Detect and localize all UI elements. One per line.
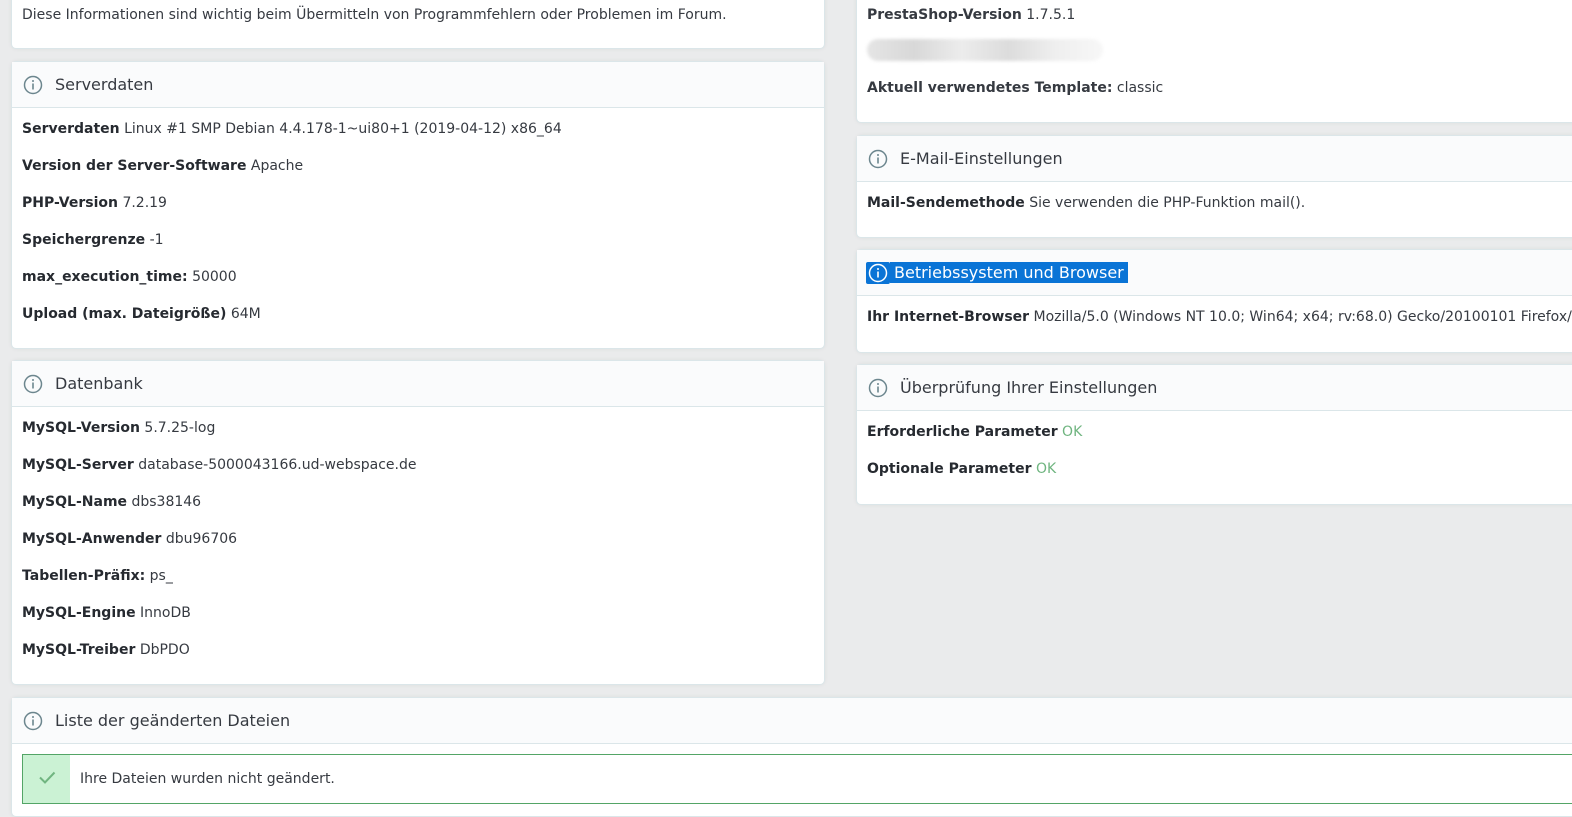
files-panel-title: Liste der geänderten Dateien: [55, 711, 290, 730]
check-panel: Überprüfung Ihrer Einstellungen Erforder…: [856, 364, 1572, 505]
server-panel: Serverdaten Serverdaten Linux #1 SMP Deb…: [11, 61, 825, 349]
row-value: 64M: [231, 306, 261, 322]
row-value: Sie verwenden die PHP-Funktion mail().: [1029, 195, 1305, 211]
server-panel-body: Serverdaten Linux #1 SMP Debian 4.4.178-…: [12, 108, 824, 325]
mail-row: Mail-Sendemethode Sie verwenden die PHP-…: [867, 192, 1572, 214]
status-ok: OK: [1036, 461, 1056, 477]
database-row: MySQL-Engine InnoDB: [22, 602, 814, 624]
server-panel-title: Serverdaten: [55, 75, 153, 94]
database-row: MySQL-Name dbs38146: [22, 491, 814, 513]
row-value: 1.7.5.1: [1026, 7, 1075, 23]
row-value: database-5000043166.ud-webspace.de: [138, 457, 416, 473]
row-label: MySQL-Anwender: [22, 531, 161, 547]
files-panel: Liste der geänderten Dateien Ihre Dateie…: [11, 697, 1572, 817]
intro-text: Diese Informationen sind wichtig beim Üb…: [22, 4, 727, 26]
server-row: max_execution_time: 50000: [22, 266, 814, 288]
intro-panel: Diese Informationen sind wichtig beim Üb…: [11, 0, 825, 49]
alert-icon-container: [23, 755, 70, 803]
info-icon: [868, 378, 888, 398]
row-label: Serverdaten: [22, 121, 120, 137]
row-label: PrestaShop-Version: [867, 7, 1022, 23]
server-row: Version der Server-Software Apache: [22, 155, 814, 177]
server-row: PHP-Version 7.2.19: [22, 192, 814, 214]
row-label: MySQL-Version: [22, 420, 140, 436]
row-label: MySQL-Treiber: [22, 642, 135, 658]
row-value: dbu96706: [166, 531, 237, 547]
shop-panel: PrestaShop-Version 1.7.5.1 Aktuell verwe…: [856, 0, 1572, 123]
database-panel: Datenbank MySQL-Version 5.7.25-log MySQL…: [11, 360, 825, 685]
database-panel-title: Datenbank: [55, 374, 143, 393]
row-value: Apache: [251, 158, 303, 174]
mail-panel-title: E-Mail-Einstellungen: [900, 149, 1063, 168]
check-panel-body: Erforderliche Parameter OK Optionale Par…: [857, 411, 1572, 480]
row-label: Aktuell verwendetes Template:: [867, 80, 1112, 96]
server-panel-heading: Serverdaten: [12, 62, 824, 108]
row-label: PHP-Version: [22, 195, 118, 211]
shop-row: PrestaShop-Version 1.7.5.1: [867, 4, 1075, 26]
row-value: DbPDO: [140, 642, 190, 658]
database-row: MySQL-Version 5.7.25-log: [22, 417, 814, 439]
info-icon: [23, 75, 43, 95]
mail-panel-body: Mail-Sendemethode Sie verwenden die PHP-…: [857, 182, 1572, 214]
row-label: Tabellen-Präfix:: [22, 568, 145, 584]
server-row: Serverdaten Linux #1 SMP Debian 4.4.178-…: [22, 118, 814, 140]
row-label: Erforderliche Parameter: [867, 424, 1058, 440]
database-row: MySQL-Treiber DbPDO: [22, 639, 814, 661]
redacted-info: [867, 39, 1103, 61]
row-label: Ihr Internet-Browser: [867, 309, 1029, 325]
check-panel-title: Überprüfung Ihrer Einstellungen: [900, 378, 1157, 397]
info-icon: [866, 262, 890, 284]
check-panel-heading: Überprüfung Ihrer Einstellungen: [857, 365, 1572, 411]
os-panel-body: Ihr Internet-Browser Mozilla/5.0 (Window…: [857, 296, 1572, 328]
status-ok: OK: [1062, 424, 1082, 440]
info-icon: [23, 711, 43, 731]
row-value: classic: [1117, 80, 1163, 96]
row-value: 7.2.19: [122, 195, 167, 211]
row-value: dbs38146: [131, 494, 201, 510]
row-label: MySQL-Engine: [22, 605, 136, 621]
row-label: max_execution_time:: [22, 269, 188, 285]
database-panel-body: MySQL-Version 5.7.25-log MySQL-Server da…: [12, 407, 824, 661]
row-label: Speichergrenze: [22, 232, 145, 248]
files-panel-heading: Liste der geänderten Dateien: [12, 698, 1572, 744]
database-panel-heading: Datenbank: [12, 361, 824, 407]
mail-panel: E-Mail-Einstellungen Mail-Sendemethode S…: [856, 135, 1572, 238]
row-label: Upload (max. Dateigröße): [22, 306, 226, 322]
row-label: MySQL-Name: [22, 494, 127, 510]
row-value: Linux #1 SMP Debian 4.4.178-1~ui80+1 (20…: [124, 121, 562, 137]
success-alert: Ihre Dateien wurden nicht geändert.: [22, 754, 1572, 804]
info-icon: [23, 374, 43, 394]
info-icon: [868, 149, 888, 169]
row-value: Mozilla/5.0 (Windows NT 10.0; Win64; x64…: [1034, 309, 1572, 325]
server-row: Speichergrenze -1: [22, 229, 814, 251]
mail-panel-heading: E-Mail-Einstellungen: [857, 136, 1572, 182]
row-label: Mail-Sendemethode: [867, 195, 1025, 211]
row-label: Version der Server-Software: [22, 158, 246, 174]
row-value: 5.7.25-log: [144, 420, 215, 436]
check-row: Erforderliche Parameter OK: [867, 421, 1572, 443]
os-panel: Betriebssystem und Browser Ihr Internet-…: [856, 249, 1572, 353]
row-value: -1: [150, 232, 164, 248]
row-value: InnoDB: [140, 605, 191, 621]
os-row: Ihr Internet-Browser Mozilla/5.0 (Window…: [867, 306, 1572, 328]
check-icon: [36, 766, 58, 792]
alert-text: Ihre Dateien wurden nicht geändert.: [70, 771, 335, 787]
row-label: MySQL-Server: [22, 457, 134, 473]
os-panel-title: Betriebssystem und Browser: [890, 262, 1128, 283]
row-label: Optionale Parameter: [867, 461, 1031, 477]
server-row: Upload (max. Dateigröße) 64M: [22, 303, 814, 325]
check-row: Optionale Parameter OK: [867, 458, 1572, 480]
shop-row: Aktuell verwendetes Template: classic: [867, 77, 1163, 99]
row-value: ps_: [150, 568, 173, 584]
database-row: MySQL-Server database-5000043166.ud-webs…: [22, 454, 814, 476]
os-panel-heading: Betriebssystem und Browser: [857, 250, 1572, 296]
database-row: Tabellen-Präfix: ps_: [22, 565, 814, 587]
row-value: 50000: [192, 269, 237, 285]
database-row: MySQL-Anwender dbu96706: [22, 528, 814, 550]
